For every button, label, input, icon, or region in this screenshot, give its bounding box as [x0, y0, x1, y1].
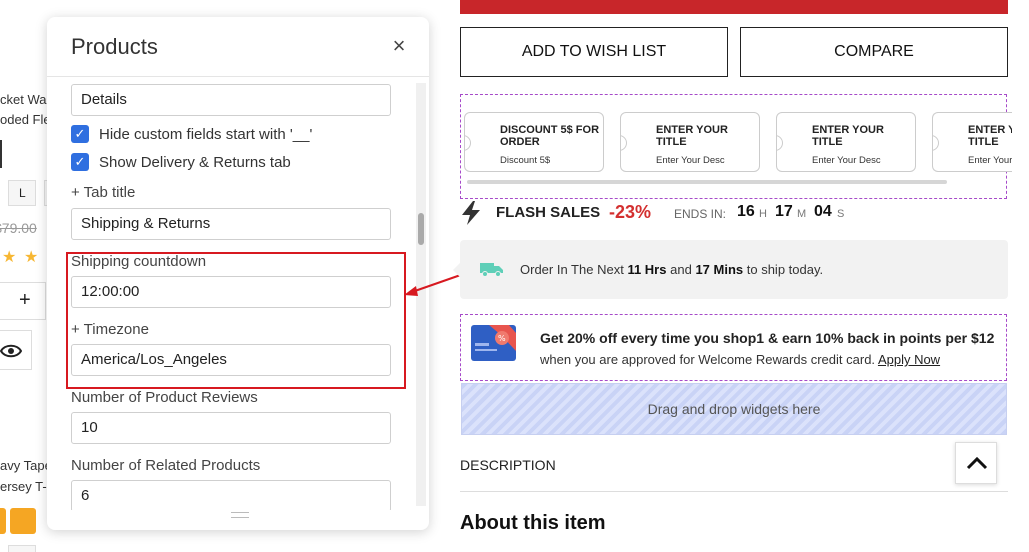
bg-dark-swatch — [0, 140, 2, 168]
countdown-seconds: 04 — [814, 203, 832, 220]
countdown-minutes: 17 — [775, 203, 793, 220]
bg-product-name-1: cket War — [0, 92, 48, 107]
countdown-minutes-unit: M — [797, 208, 807, 220]
countdown-hours-unit: H — [759, 208, 767, 220]
bg-color-swatch[interactable] — [10, 508, 36, 534]
product-reviews-label: Number of Product Reviews — [71, 389, 258, 406]
panel-header: Products × — [47, 17, 429, 77]
shipping-prefix: Order In The Next — [520, 262, 624, 277]
page: cket War oded Flee L $79.00 ★ ★ + avy Ta… — [0, 0, 1029, 552]
hide-custom-fields-checkbox[interactable]: ✓ Hide custom fields start with '__' — [71, 124, 312, 144]
bg-quickview-button[interactable] — [0, 330, 32, 370]
description-tab[interactable]: DESCRIPTION — [460, 457, 556, 473]
lightning-icon — [462, 201, 480, 225]
details-field[interactable]: Details — [71, 84, 391, 116]
bg-size-option[interactable]: L — [8, 180, 36, 206]
coupon-title: ENTER YOUR TITLE — [968, 124, 1012, 148]
bg-product-name-4: ersey T- — [0, 479, 47, 494]
hide-custom-fields-label: Hide custom fields start with '__' — [99, 125, 313, 143]
bg-size-label: L — [19, 186, 26, 200]
panel-scrollbar-thumb[interactable] — [418, 213, 424, 245]
shipping-message: Order In The Next 11 Hrs and 17 Mins to … — [520, 262, 823, 277]
checkmark-icon[interactable]: ✓ — [71, 125, 89, 143]
back-to-top-button[interactable] — [955, 442, 997, 484]
tab-title-field[interactable]: Shipping & Returns — [71, 208, 391, 240]
show-delivery-returns-label: Show Delivery & Returns tab — [99, 153, 291, 171]
divider — [460, 491, 1008, 492]
coupon-desc: Enter Your Desc — [656, 155, 725, 166]
bg-swatch-row — [8, 545, 36, 552]
coupon-slider: DISCOUNT 5$ FOR ORDER Discount 5$ ENTER … — [460, 94, 1012, 199]
coupon-desc: Enter Your Desc — [968, 155, 1012, 166]
countdown-seconds-unit: S — [837, 208, 845, 220]
credit-card-icon: % — [471, 325, 516, 361]
checkmark-icon[interactable]: ✓ — [71, 153, 89, 171]
add-to-wish-list-button[interactable]: ADD TO WISH LIST — [460, 27, 728, 77]
coupon-title: ENTER YOUR TITLE — [812, 124, 884, 148]
shipping-and: and — [670, 262, 692, 277]
flash-sales-label: FLASH SALES — [496, 204, 601, 221]
coupon-desc: Discount 5$ — [500, 155, 551, 166]
promo-subtitle: when you are approved for Welcome Reward… — [540, 352, 940, 367]
coupon-desc: Enter Your Desc — [812, 155, 881, 166]
plus-icon[interactable]: + — [19, 289, 31, 312]
product-reviews-field[interactable]: 10 — [71, 412, 391, 444]
rewards-promo: % Get 20% off every time you shop1 & ear… — [460, 314, 1007, 381]
widget-drop-zone[interactable]: Drag and drop widgets here — [461, 383, 1007, 435]
show-delivery-returns-checkbox[interactable]: ✓ Show Delivery & Returns tab — [71, 152, 291, 172]
coupon-title: DISCOUNT 5$ FOR ORDER — [500, 124, 600, 148]
coupon-notch — [465, 135, 471, 151]
bg-product-name-3: avy Tape — [0, 458, 48, 473]
tab-title-label: + Tab title — [71, 184, 136, 201]
coupon-notch — [621, 135, 627, 151]
coupon-title: ENTER YOUR TITLE — [656, 124, 728, 148]
apply-now-link[interactable]: Apply Now — [878, 352, 940, 367]
coupon-card[interactable]: ENTER YOUR TITLE Enter Your Desc — [620, 112, 760, 172]
shipping-hours: 11 Hrs — [627, 262, 667, 277]
promo-sub-text: when you are approved for Welcome Reward… — [540, 352, 876, 367]
coupon-card[interactable]: ENTER YOUR TITLE Enter Your Desc — [932, 112, 1012, 172]
bg-old-price: $79.00 — [0, 220, 37, 236]
annotation-highlight-box — [66, 252, 406, 389]
shipping-countdown-box: Order In The Next 11 Hrs and 17 Mins to … — [460, 240, 1008, 299]
bg-qty-stepper[interactable]: + — [0, 282, 46, 320]
star-icon: ★ — [24, 249, 39, 266]
chevron-up-icon — [966, 456, 988, 470]
shipping-mins: 17 Mins — [695, 262, 744, 277]
coupon-scrollbar[interactable] — [467, 180, 947, 184]
related-products-label: Number of Related Products — [71, 457, 261, 474]
coupon-notch — [933, 135, 939, 151]
background-product-list: cket War oded Flee L $79.00 ★ ★ + avy Ta… — [0, 0, 48, 552]
add-to-cart-button[interactable] — [460, 0, 1008, 14]
related-products-field[interactable]: 6 — [71, 480, 391, 510]
svg-text:%: % — [498, 334, 506, 343]
truck-icon — [480, 263, 503, 277]
compare-button[interactable]: COMPARE — [740, 27, 1008, 77]
about-heading: About this item — [460, 512, 606, 534]
coupon-card[interactable]: DISCOUNT 5$ FOR ORDER Discount 5$ — [464, 112, 604, 172]
coupon-notch — [777, 135, 783, 151]
shipping-suffix: to ship today. — [746, 262, 824, 277]
promo-title: Get 20% off every time you shop1 & earn … — [540, 330, 995, 346]
star-icon: ★ — [2, 249, 17, 266]
discount-percent: -23% — [609, 202, 652, 222]
eye-icon — [0, 344, 22, 358]
ends-in-label: ENDS IN: — [674, 207, 727, 221]
close-icon[interactable]: × — [387, 35, 411, 59]
countdown-hours: 16 — [737, 203, 755, 220]
bg-product-name-2: oded Flee — [0, 112, 48, 127]
panel-title: Products — [71, 34, 158, 59]
bg-color-swatch[interactable] — [0, 508, 6, 534]
coupon-card[interactable]: ENTER YOUR TITLE Enter Your Desc — [776, 112, 916, 172]
resize-grip-icon[interactable] — [231, 512, 249, 518]
